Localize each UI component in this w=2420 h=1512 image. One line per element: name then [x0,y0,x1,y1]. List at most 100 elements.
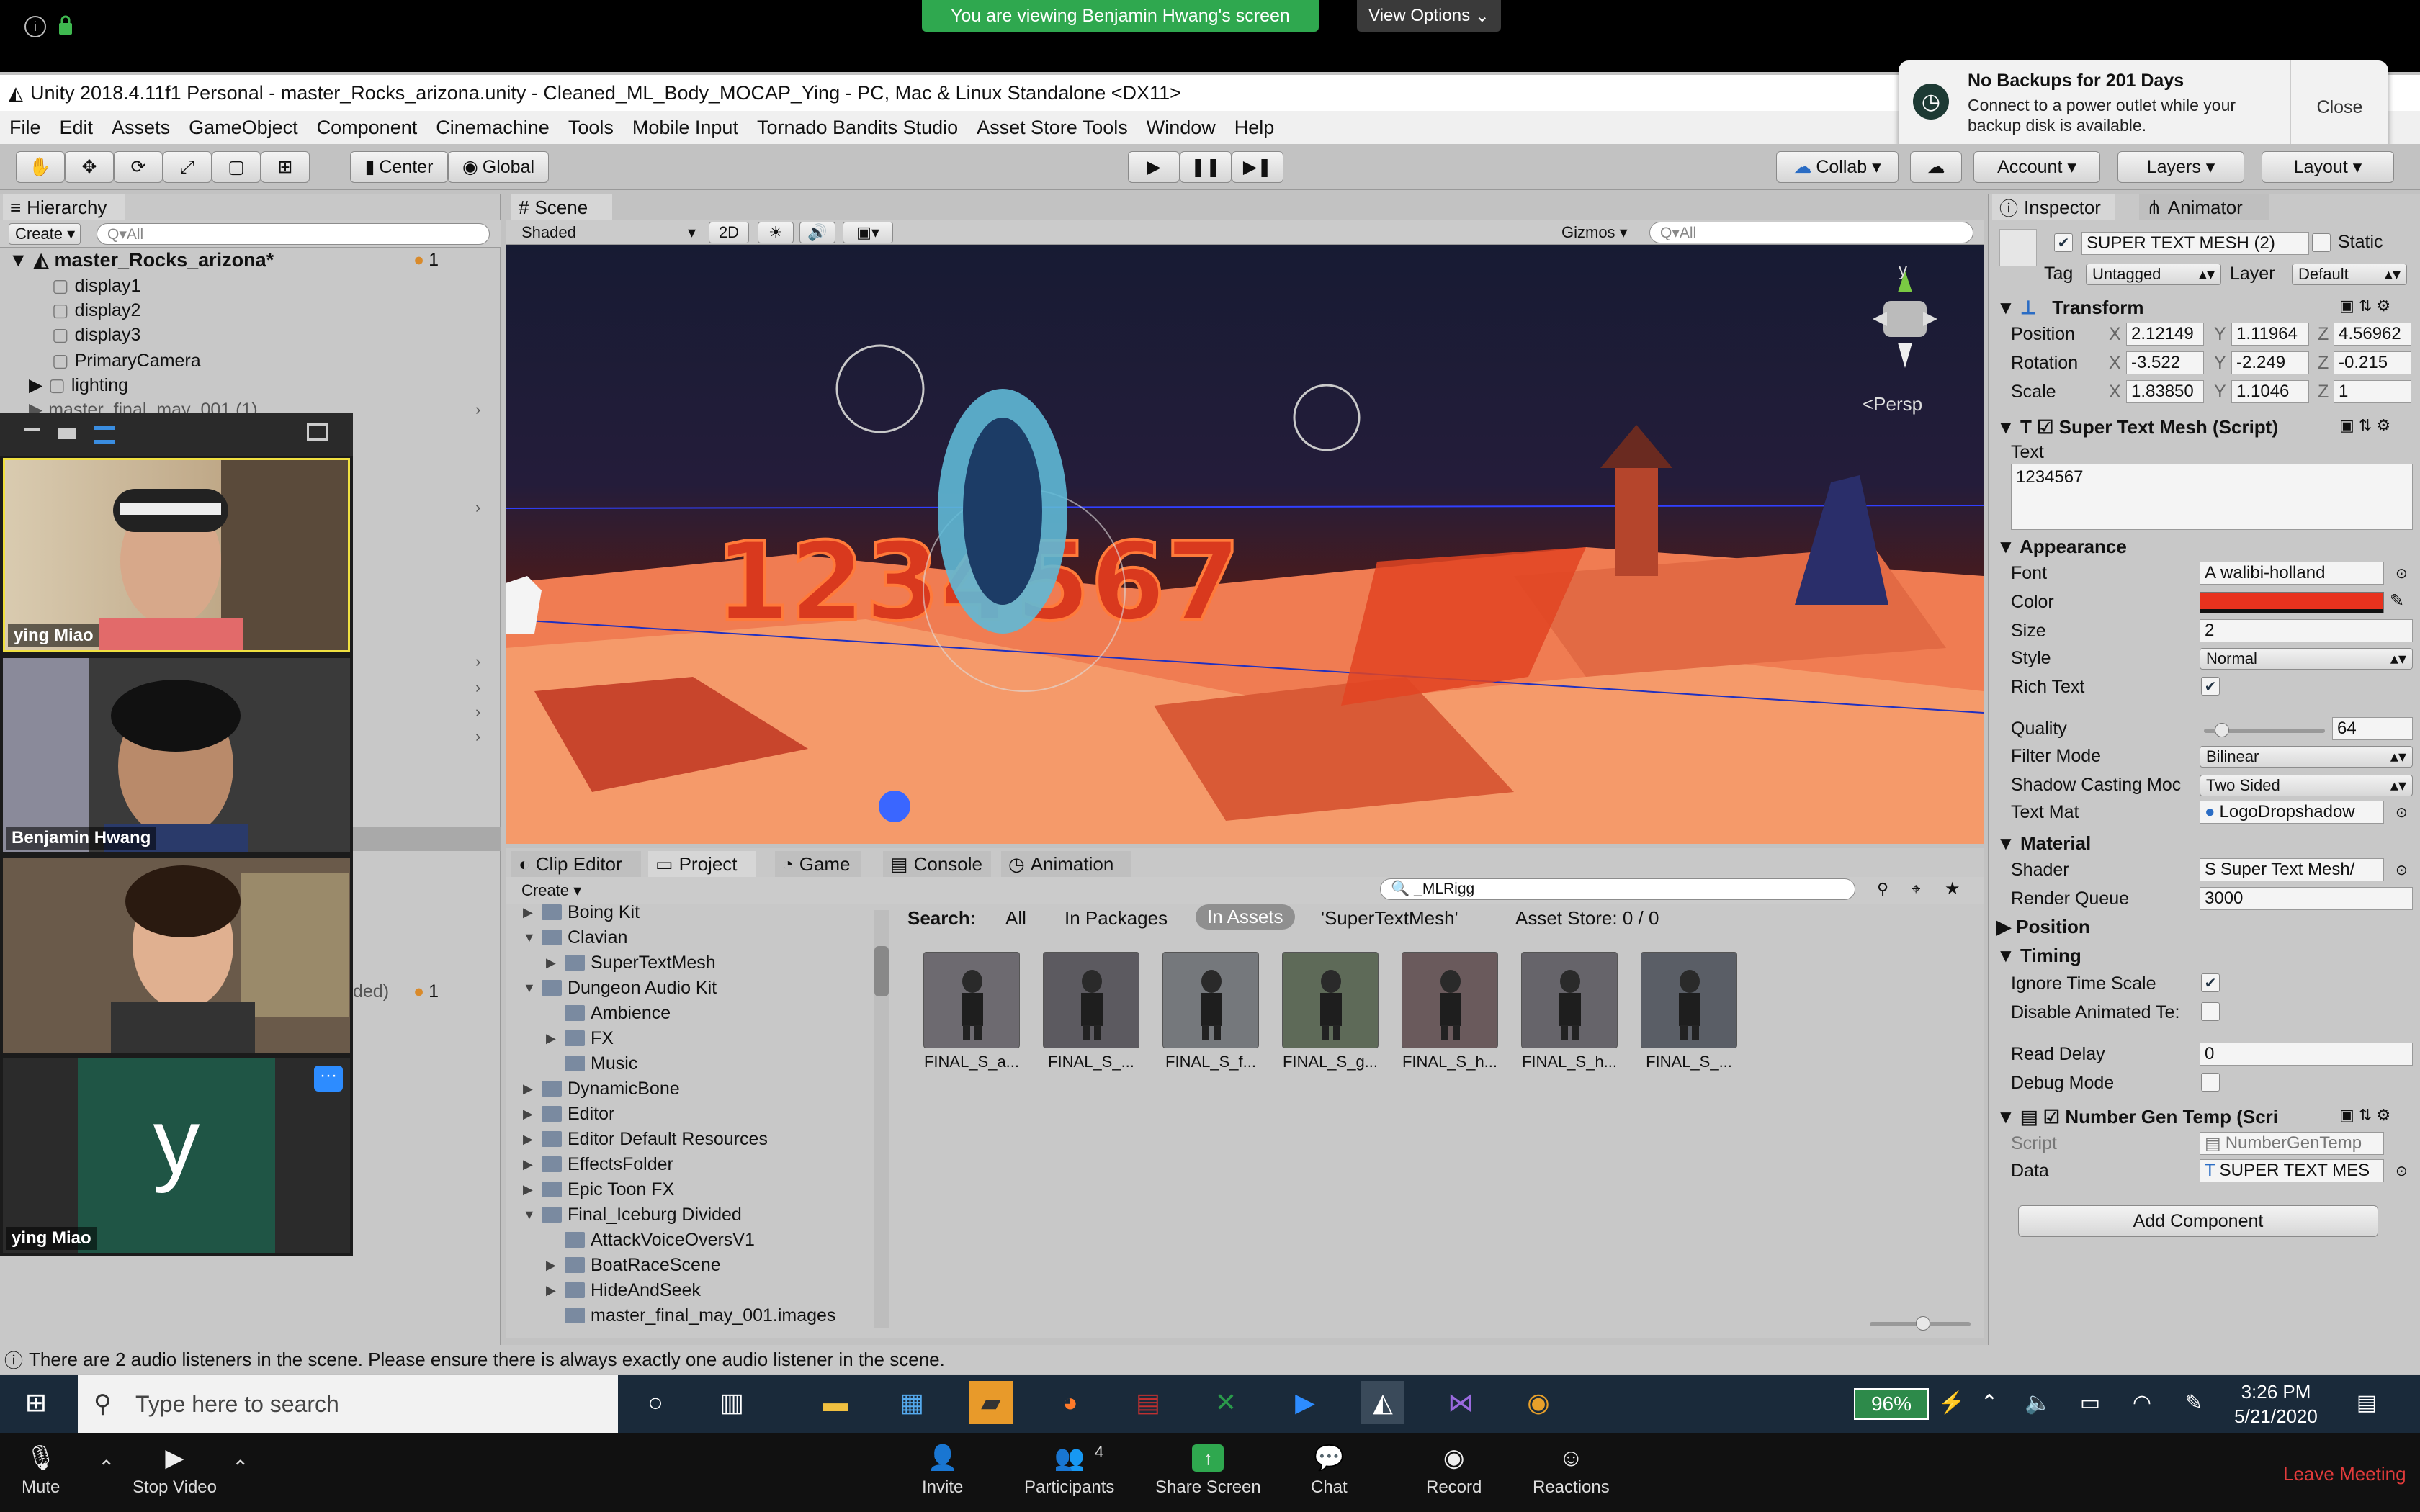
effects-dropdown-icon[interactable]: ▣▾ [843,222,893,243]
menu-help[interactable]: Help [1225,117,1284,139]
read-delay-field[interactable]: 0 [2200,1043,2413,1066]
object-picker-icon[interactable]: ⊙ [2396,564,2408,582]
menu-file[interactable]: File [0,117,50,139]
project-folder-item[interactable]: ▶ SuperTextMesh [546,950,716,975]
tab-inspector[interactable]: ⓘ Inspector [1992,194,2115,220]
project-folder-item[interactable]: ▼ Clavian [523,925,627,950]
transform-header[interactable]: ▼ ⊥ Transform [1996,297,2143,319]
notification-close-button[interactable]: Close [2290,60,2388,154]
shading-mode-dropdown[interactable]: Shaded ▾ [516,222,702,243]
filter-type-icon[interactable]: ⚲ [1877,880,1888,899]
position-z-field[interactable]: 4.56962 [2334,323,2411,346]
rotation-z-field[interactable]: -0.215 [2334,351,2411,374]
chevron-right-icon[interactable]: › [475,703,480,721]
file-explorer-icon[interactable]: ▬ [814,1381,857,1424]
move-tool-icon[interactable]: ✥ [65,151,114,183]
object-picker-icon[interactable]: ⊙ [2396,1162,2408,1180]
disable-animated-checkbox[interactable] [2201,1002,2220,1021]
project-folder-item[interactable]: ▼ Final_Iceburg Divided [523,1202,742,1227]
scale-z-field[interactable]: 1 [2334,380,2411,403]
tab-console[interactable]: ▤ Console [883,851,991,877]
zoom-app-icon[interactable]: ▶ [1283,1381,1327,1424]
project-folder-item[interactable]: AttackVoiceOversV1 [546,1228,755,1252]
object-picker-icon[interactable]: ⊙ [2396,804,2408,822]
text-mat-field[interactable]: ● LogoDropshadow [2200,801,2384,824]
plug-icon[interactable]: ⚡ [1930,1381,1973,1424]
style-dropdown[interactable]: Normal ▴▾ [2200,648,2413,670]
asset-thumbnail[interactable] [1282,952,1379,1048]
chevron-right-icon[interactable]: › [475,400,480,419]
hierarchy-scene-root[interactable]: ▼ ◭ master_Rocks_arizona* [9,248,274,272]
play-button[interactable]: ▶ [1128,151,1180,183]
collapse-arrow-icon[interactable]: ▶ [523,905,536,920]
rich-text-checkbox[interactable]: ✔ [2201,677,2220,696]
quality-field[interactable]: 64 [2332,717,2413,740]
tab-game[interactable]: ◔ Game [775,851,861,877]
static-checkbox[interactable] [2312,233,2331,252]
chevron-right-icon[interactable]: › [475,498,480,517]
menu-mobile-input[interactable]: Mobile Input [623,117,748,139]
gizmos-dropdown[interactable]: Gizmos ▾ [1556,222,1641,243]
wifi-icon[interactable]: ◠ [2120,1381,2164,1424]
hierarchy-create-dropdown[interactable]: Create ▾ [9,223,81,245]
scale-tool-icon[interactable]: ⤢ [163,151,212,183]
hierarchy-selected-row[interactable] [353,827,501,851]
ngt-enabled-checkbox[interactable]: ☑ [2043,1106,2060,1128]
exit-fullscreen-icon[interactable] [307,423,328,441]
data-field[interactable]: T SUPER TEXT MES [2200,1159,2384,1182]
appearance-header[interactable]: ▼ Appearance [1996,536,2127,558]
firefox-icon[interactable]: ◕ [1049,1381,1092,1424]
video-tile-3[interactable] [3,858,350,1053]
layers-dropdown[interactable]: Layers ▾ [2118,151,2244,183]
number-gen-header[interactable]: ▼ ▤ ☑ Number Gen Temp (Scri [1996,1106,2278,1128]
menu-gameobject[interactable]: GameObject [179,117,308,139]
video-tile-2[interactable]: Benjamin Hwang [3,658,350,852]
tab-clip-editor[interactable]: ◐ Clip Editor [511,851,641,877]
project-folder-item[interactable]: ▶ Editor Default Resources [523,1127,768,1151]
component-menu-icons[interactable]: ▣ ⇅ ⚙ [2339,297,2390,315]
layout-dropdown[interactable]: Layout ▾ [2262,151,2394,183]
menu-tools[interactable]: Tools [559,117,623,139]
rect-tool-icon[interactable]: ▢ [212,151,261,183]
quality-slider[interactable] [2204,723,2325,737]
video-tile-4[interactable]: y ··· ying Miao [3,1058,350,1253]
collapse-arrow-icon[interactable]: ▶ [546,1258,559,1273]
visual-studio-icon[interactable]: ⋈ [1439,1381,1482,1424]
taskbar-search-input[interactable]: Type here to search [78,1375,618,1433]
collapse-arrow-icon[interactable]: ▶ [546,1031,559,1046]
add-component-button[interactable]: Add Component [2018,1205,2378,1237]
tray-chevron-icon[interactable]: ⌃ [1968,1381,2011,1424]
expand-arrow-icon[interactable]: ▼ [523,981,536,996]
position-x-field[interactable]: 2.12149 [2126,323,2204,346]
project-create-dropdown[interactable]: Create ▾ [516,880,588,901]
minimize-icon[interactable] [24,428,40,431]
component-menu-icons[interactable]: ▣ ⇅ ⚙ [2339,1106,2390,1125]
store-icon[interactable]: ▦ [890,1381,933,1424]
mute-button[interactable]: 🎙 Mute [22,1444,60,1498]
asset-thumbnail[interactable] [1641,952,1737,1048]
object-name-field[interactable]: SUPER TEXT MESH (2) [2081,232,2309,255]
battery-icon[interactable]: ▭ [2069,1381,2112,1424]
project-folder-item[interactable]: ▶ HideAndSeek [546,1278,701,1302]
hierarchy-item[interactable]: ▢ PrimaryCamera [52,348,201,373]
reactions-button[interactable]: ☺ Reactions [1533,1444,1610,1498]
gallery-view-icon[interactable] [94,426,115,444]
tab-project[interactable]: ▭ Project [648,851,756,877]
rotation-y-field[interactable]: -2.249 [2231,351,2309,374]
collapse-arrow-icon[interactable]: ▶ [523,1081,536,1097]
tab-scene[interactable]: # Scene [511,194,612,220]
filter-in-assets[interactable]: In Assets [1196,904,1295,930]
filter-label-icon[interactable]: ⌖ [1912,880,1920,899]
asset-thumbnail[interactable] [1521,952,1618,1048]
project-search-input[interactable]: 🔍 _MLRigg [1380,878,1855,900]
material-header[interactable]: ▼ Material [1996,832,2091,855]
component-menu-icons[interactable]: ▣ ⇅ ⚙ [2339,416,2390,435]
collapse-arrow-icon[interactable]: ▶ [523,1157,536,1172]
task-view-icon[interactable]: ▥ [710,1381,753,1424]
asset-thumbnail[interactable] [1043,952,1139,1048]
ignore-time-scale-checkbox[interactable]: ✔ [2201,973,2220,992]
hierarchy-item[interactable]: ▢ display2 [52,298,140,323]
project-folder-item[interactable]: Ambience [546,1001,671,1025]
scene-search-input[interactable]: Q▾All [1649,222,1973,243]
favorite-star-icon[interactable]: ★ [1945,878,1960,899]
